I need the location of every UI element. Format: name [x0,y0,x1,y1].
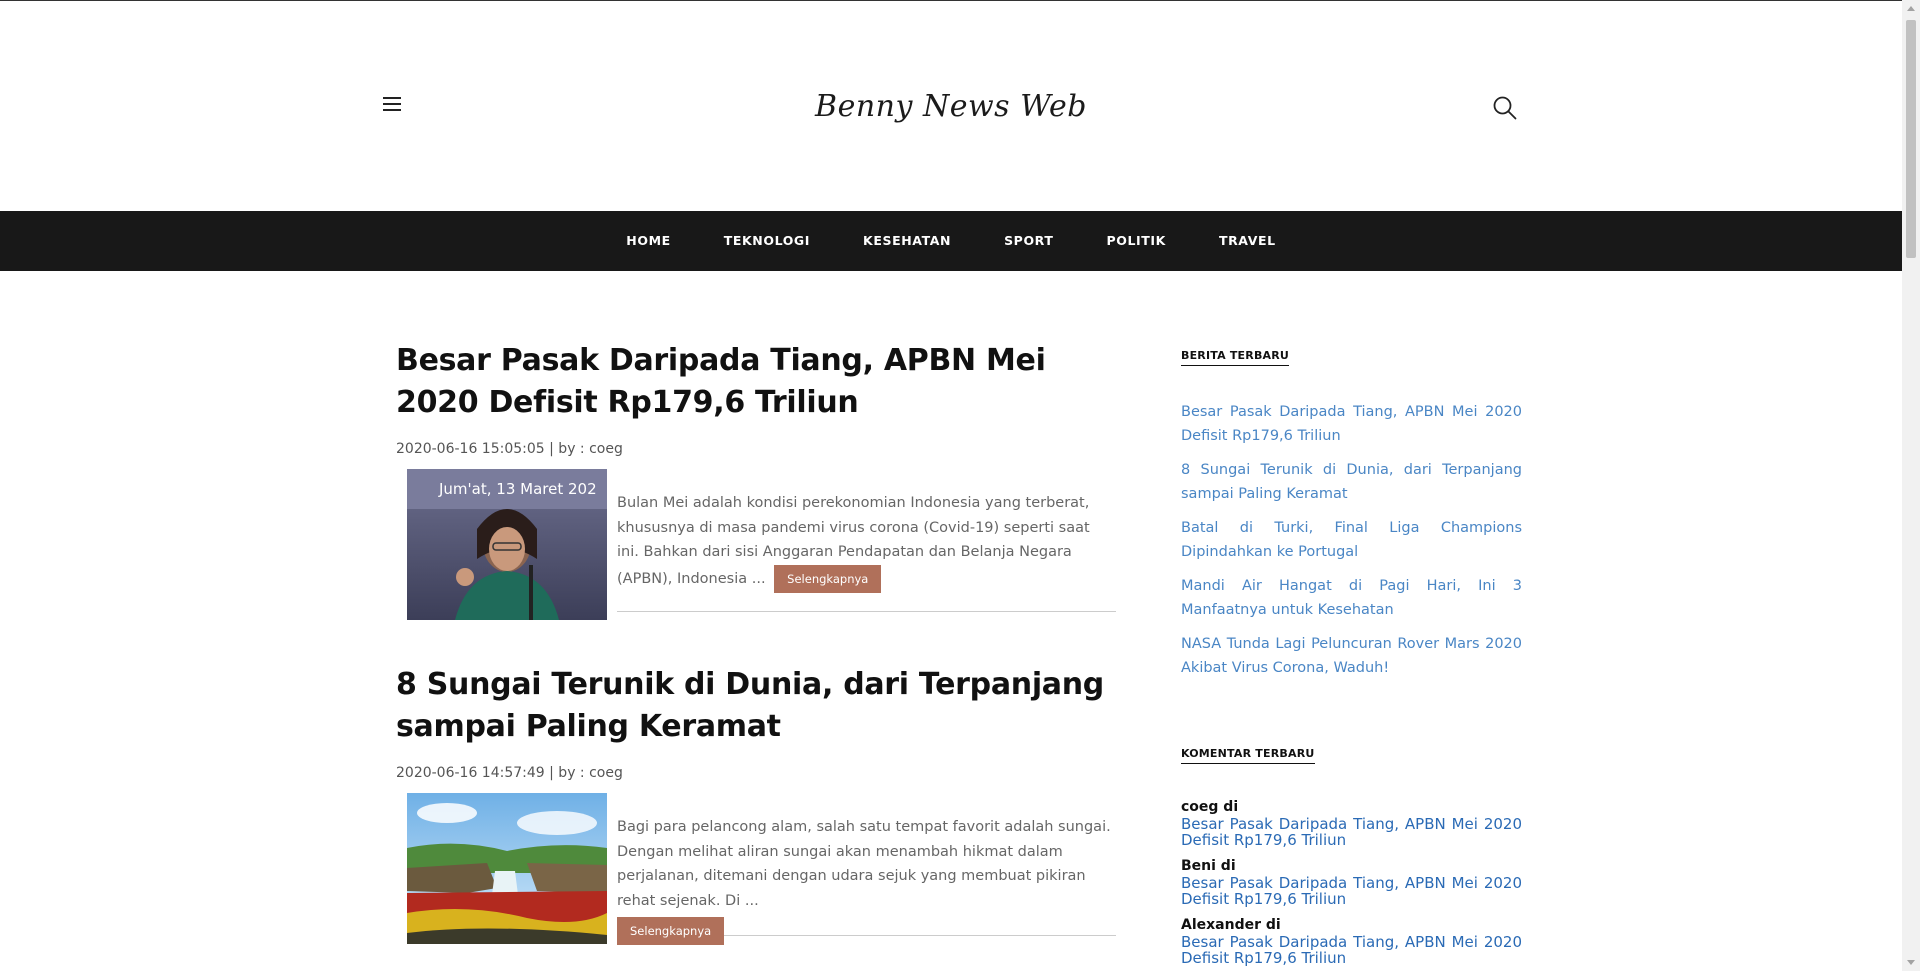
latest-comments-widget: KOMENTAR TERBARU coeg di Besar Pasak Dar… [1181,744,1522,966]
search-icon[interactable] [1492,95,1518,121]
nav-item-teknologi[interactable]: TEKNOLOGI [724,233,810,248]
post-list: Besar Pasak Daripada Tiang, APBN Mei 202… [396,340,1116,971]
read-more-button[interactable]: Selengkapnya [774,564,882,593]
nav-item-travel[interactable]: TRAVEL [1219,233,1276,248]
comment-item: Alexander di Besar Pasak Daripada Tiang,… [1181,916,1522,966]
main-navigation: HOME TEKNOLOGI KESEHATAN SPORT POLITIK T… [0,211,1902,271]
comment-author: Alexander di [1181,917,1281,933]
post-item: Besar Pasak Daripada Tiang, APBN Mei 202… [396,340,1116,620]
site-logo[interactable]: Benny News Web [0,89,1902,124]
comment-author: Beni di [1181,858,1236,874]
site-header: Benny News Web [0,1,1902,211]
post-item: 8 Sungai Terunik di Dunia, dari Terpanja… [396,664,1116,945]
nav-item-politik[interactable]: POLITIK [1106,233,1165,248]
latest-news-link[interactable]: Batal di Turki, Final Liga Champions Dip… [1181,516,1522,564]
scrollbar-thumb[interactable] [1906,20,1916,258]
comment-author: coeg di [1181,799,1239,815]
post-title-link[interactable]: Besar Pasak Daripada Tiang, APBN Mei 202… [396,343,1046,420]
comment-item: Beni di Besar Pasak Daripada Tiang, APBN… [1181,857,1522,907]
scroll-up-arrow-icon[interactable] [1907,6,1915,11]
post-thumbnail[interactable] [407,793,607,944]
comment-post-link[interactable]: Besar Pasak Daripada Tiang, APBN Mei 202… [1181,875,1522,907]
post-title-link[interactable]: 8 Sungai Terunik di Dunia, dari Terpanja… [396,667,1104,744]
thumbnail-caption: Jum'at, 13 Maret 202 [438,480,597,498]
nav-item-home[interactable]: HOME [626,233,670,248]
latest-news-link[interactable]: NASA Tunda Lagi Peluncuran Rover Mars 20… [1181,632,1522,680]
post-meta: 2020-06-16 14:57:49 | by : coeg [396,765,623,781]
scroll-down-arrow-icon[interactable] [1907,960,1915,965]
latest-news-link[interactable]: Mandi Air Hangat di Pagi Hari, Ini 3 Man… [1181,574,1522,622]
comment-item: coeg di Besar Pasak Daripada Tiang, APBN… [1181,798,1522,848]
latest-news-widget: BERITA TERBARU Besar Pasak Daripada Tian… [1181,346,1522,680]
nav-item-kesehatan[interactable]: KESEHATAN [863,233,951,248]
post-meta: 2020-06-16 15:05:05 | by : coeg [396,441,623,457]
nav-item-sport[interactable]: SPORT [1004,233,1053,248]
comment-post-link[interactable]: Besar Pasak Daripada Tiang, APBN Mei 202… [1181,934,1522,966]
latest-news-link[interactable]: 8 Sungai Terunik di Dunia, dari Terpanja… [1181,458,1522,506]
latest-news-link[interactable]: Besar Pasak Daripada Tiang, APBN Mei 202… [1181,400,1522,448]
sidebar: BERITA TERBARU Besar Pasak Daripada Tian… [1181,346,1522,971]
post-title[interactable]: Besar Pasak Daripada Tiang, APBN Mei 202… [396,340,1116,424]
post-excerpt: Bagi para pelancong alam, salah satu tem… [617,819,1111,909]
post-thumbnail[interactable]: Jum'at, 13 Maret 202 [407,469,607,620]
comment-post-link[interactable]: Besar Pasak Daripada Tiang, APBN Mei 202… [1181,816,1522,848]
post-title[interactable]: 8 Sungai Terunik di Dunia, dari Terpanja… [396,664,1116,748]
latest-comments-title: KOMENTAR TERBARU [1181,747,1315,764]
page-scrollbar[interactable] [1902,0,1920,971]
latest-news-title: BERITA TERBARU [1181,349,1290,366]
read-more-button[interactable]: Selengkapnya [617,917,725,945]
